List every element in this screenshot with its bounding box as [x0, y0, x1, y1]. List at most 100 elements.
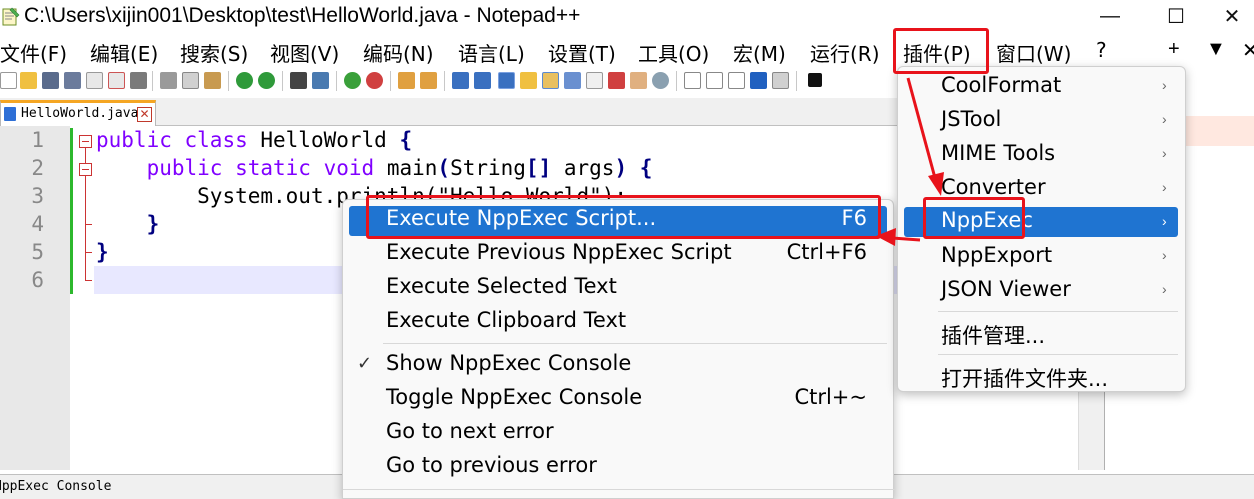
menu-window[interactable]: 窗口(W) — [996, 38, 1071, 67]
open-plugins-folder-item[interactable]: 打开插件文件夹... — [941, 363, 1108, 393]
list-tabs-button[interactable]: ▼ — [1206, 38, 1226, 61]
add-button[interactable]: + — [1168, 38, 1180, 61]
plugin-converter[interactable]: Converter — [941, 175, 1046, 199]
code-text: HelloWorld — [247, 128, 400, 152]
menu-run[interactable]: 运行(R) — [810, 38, 880, 67]
console-title: NppExec Console — [0, 479, 112, 494]
plugins-admin-item[interactable]: 插件管理... — [941, 320, 1045, 350]
close-file-icon[interactable] — [86, 72, 103, 89]
line-number: 1 — [31, 128, 44, 152]
toolbar-separator — [796, 71, 797, 91]
record-macro-icon[interactable] — [684, 72, 701, 89]
maximize-button[interactable]: ☐ — [1156, 2, 1196, 30]
stop-macro-icon[interactable] — [706, 72, 723, 89]
menu-separator — [343, 489, 895, 490]
fold-toggle-icon[interactable] — [79, 135, 92, 148]
show-console-item[interactable]: Show NppExec Console — [386, 351, 631, 375]
new-file-icon[interactable] — [0, 72, 17, 89]
run-macro-multiple-icon[interactable] — [750, 72, 767, 89]
monitoring-icon[interactable] — [608, 72, 625, 89]
toolbar-separator — [228, 71, 229, 91]
undo-icon[interactable] — [236, 72, 253, 89]
close-doc-button[interactable]: ✕ — [1242, 38, 1254, 63]
code-line-1: public class HelloWorld { — [96, 128, 412, 152]
save-macro-icon[interactable] — [772, 72, 789, 89]
execute-selected-text-item[interactable]: Execute Selected Text — [386, 274, 617, 298]
redo-icon[interactable] — [258, 72, 275, 89]
plugin-jstool[interactable]: JSTool — [941, 107, 1001, 131]
tab-helloworld-java[interactable]: HelloWorld.java ✕ — [0, 100, 156, 126]
line-number: 4 — [31, 212, 44, 236]
menu-search[interactable]: 搜索(S) — [180, 38, 248, 67]
folder-icon[interactable] — [630, 72, 647, 89]
menu-file[interactable]: 文件(F) — [0, 38, 67, 67]
copy-icon[interactable] — [182, 72, 199, 89]
lang-icon[interactable] — [520, 72, 537, 89]
menu-edit[interactable]: 编辑(E) — [90, 38, 158, 67]
fold-end — [85, 224, 92, 225]
open-file-icon[interactable] — [20, 72, 37, 89]
go-to-previous-error-item[interactable]: Go to previous error — [386, 453, 597, 477]
replace-icon[interactable] — [312, 72, 329, 89]
execute-clipboard-text-item[interactable]: Execute Clipboard Text — [386, 308, 626, 332]
toolbar-separator — [336, 71, 337, 91]
find-icon[interactable] — [290, 72, 307, 89]
indent-guide-icon[interactable] — [498, 72, 515, 89]
code-text: main — [374, 156, 438, 180]
menu-view[interactable]: 视图(V) — [270, 38, 339, 67]
toolbar-separator — [444, 71, 445, 91]
toggle-console-item[interactable]: Toggle NppExec Console — [386, 385, 642, 409]
menu-separator — [938, 354, 1178, 355]
code-line-4: } — [96, 212, 160, 236]
execute-previous-script-item[interactable]: Execute Previous NppExec Script — [386, 240, 732, 264]
checkmark-icon: ✓ — [357, 353, 373, 373]
minimize-button[interactable]: — — [1090, 2, 1130, 30]
plugin-json-viewer[interactable]: JSON Viewer — [941, 277, 1071, 301]
paren: ( — [437, 156, 451, 180]
submenu-arrow-icon: › — [1162, 145, 1167, 161]
close-window-button[interactable]: ✕ — [1212, 2, 1252, 30]
fold-toggle-icon[interactable] — [79, 163, 92, 176]
toolbar-separator — [152, 71, 153, 91]
save-icon[interactable] — [42, 72, 59, 89]
print-icon[interactable] — [130, 72, 147, 89]
sync-horizontal-icon[interactable] — [420, 72, 437, 89]
file-saved-icon — [4, 107, 16, 121]
show-all-chars-icon[interactable] — [474, 72, 491, 89]
save-all-icon[interactable] — [64, 72, 81, 89]
close-all-icon[interactable] — [108, 72, 125, 89]
menu-settings[interactable]: 设置(T) — [548, 38, 616, 67]
submenu-arrow-icon: › — [1162, 281, 1167, 297]
code-line-5: } — [96, 240, 109, 264]
word-wrap-icon[interactable] — [452, 72, 469, 89]
menu-tools[interactable]: 工具(O) — [638, 38, 709, 67]
zoom-out-icon[interactable] — [366, 72, 383, 89]
eye-icon[interactable] — [652, 72, 669, 89]
code-text: args — [551, 156, 615, 180]
menu-language[interactable]: 语言(L) — [458, 38, 525, 67]
plugin-nppexport[interactable]: NppExport — [941, 243, 1052, 267]
menu-help[interactable]: ? — [1096, 38, 1107, 62]
play-macro-icon[interactable] — [728, 72, 745, 89]
submenu-arrow-icon: › — [1162, 179, 1167, 195]
menu-encoding[interactable]: 编码(N) — [363, 38, 434, 67]
function-list-icon[interactable] — [564, 72, 581, 89]
zoom-in-icon[interactable] — [344, 72, 361, 89]
folder-workspace-icon[interactable] — [586, 72, 603, 89]
sync-vertical-icon[interactable] — [398, 72, 415, 89]
plugin-coolformat[interactable]: CoolFormat — [941, 73, 1061, 97]
cut-icon[interactable] — [160, 72, 177, 89]
paste-icon[interactable] — [204, 72, 221, 89]
line-number: 3 — [31, 184, 44, 208]
tab-close-icon[interactable]: ✕ — [137, 107, 152, 122]
go-to-next-error-item[interactable]: Go to next error — [386, 419, 554, 443]
annotation-box-nppexec — [923, 197, 1025, 239]
code-text: String — [450, 156, 526, 180]
fold-line — [85, 224, 86, 252]
tab-label: HelloWorld.java — [21, 106, 139, 121]
console-icon[interactable] — [808, 73, 822, 87]
menu-macro[interactable]: 宏(M) — [733, 38, 786, 67]
doc-map-icon[interactable] — [542, 72, 559, 89]
plugin-mime-tools[interactable]: MIME Tools — [941, 141, 1055, 165]
